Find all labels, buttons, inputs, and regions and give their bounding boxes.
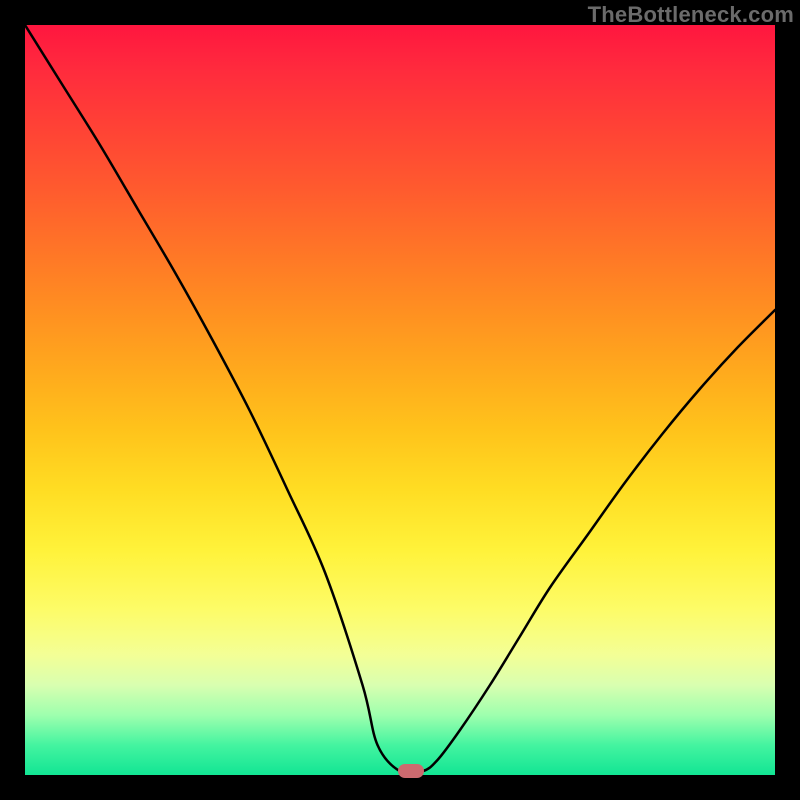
chart-frame: TheBottleneck.com xyxy=(0,0,800,800)
bottleneck-curve xyxy=(25,25,775,775)
minimum-marker xyxy=(398,764,424,778)
plot-area xyxy=(25,25,775,775)
